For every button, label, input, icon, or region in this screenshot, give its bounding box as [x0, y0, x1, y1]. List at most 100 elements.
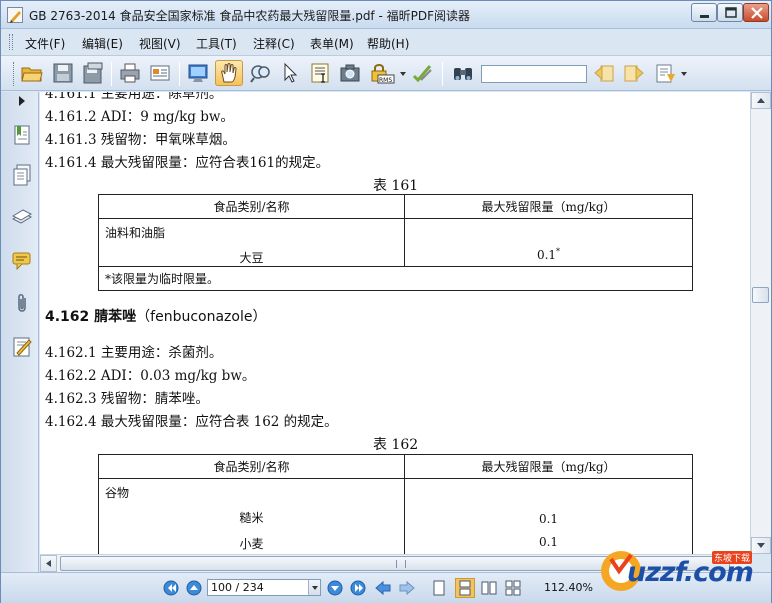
menu-bar: 文件(F) 编辑(E) 视图(V) 工具(T) 注释(C) 表单(M) 帮助(H…	[1, 30, 771, 82]
table-row: 油料和油脂 大豆 0.1*	[98, 218, 693, 267]
doc-line: 4.161.3 残留物：甲氧咪草烟。	[45, 132, 236, 148]
bookmarks-icon[interactable]	[11, 124, 33, 146]
table-cell: 谷物 糙米 小麦	[98, 478, 405, 554]
toolbar-separator	[111, 62, 112, 86]
page-dropdown-icon[interactable]	[308, 580, 320, 595]
save-as-icon[interactable]	[82, 62, 104, 84]
table-header-cell: 最大残留限量（mg/kg）	[404, 454, 693, 479]
save-icon[interactable]	[52, 62, 74, 84]
table-header-row: 食品类别/名称 最大残留限量（mg/kg）	[98, 454, 693, 479]
layers-icon[interactable]	[11, 207, 33, 229]
search-input[interactable]	[481, 65, 587, 83]
zoom-tool-icon[interactable]	[249, 62, 271, 84]
comments-icon[interactable]	[11, 250, 33, 272]
doc-line: 4.162.2 ADI：0.03 mg/kg bw。	[45, 368, 256, 384]
window-title: GB 2763-2014 食品安全国家标准 食品中农药最大残留限量.pdf - …	[29, 9, 470, 23]
toolbar-separator	[179, 62, 180, 86]
single-page-view-icon[interactable]	[431, 580, 447, 596]
menubar-grip[interactable]	[9, 34, 13, 50]
close-button[interactable]	[743, 3, 769, 22]
facing-view-icon[interactable]	[481, 580, 497, 596]
section-heading-text: 4.162 腈苯唑	[45, 309, 137, 325]
attachments-icon[interactable]	[11, 292, 33, 314]
foxit-app-icon	[7, 7, 23, 23]
menu-form[interactable]: 表单(M)	[310, 35, 354, 52]
table-item-label: 小麦	[239, 537, 264, 551]
rms-lock-icon[interactable]: RMS	[369, 62, 397, 84]
section-heading-latin: （fenbuconazole）	[136, 309, 267, 325]
continuous-view-icon[interactable]	[455, 578, 475, 598]
open-folder-icon[interactable]	[21, 62, 43, 84]
chevron-down-icon[interactable]	[399, 62, 407, 84]
menu-edit[interactable]: 编辑(E)	[82, 35, 123, 52]
go-back-icon[interactable]	[375, 580, 391, 596]
first-page-icon[interactable]	[163, 580, 179, 596]
last-page-icon[interactable]	[350, 580, 366, 596]
menu-tools[interactable]: 工具(T)	[196, 35, 237, 52]
watermark-text: uzzf.com	[627, 557, 754, 588]
go-forward-icon[interactable]	[399, 580, 415, 596]
signatures-icon[interactable]	[11, 336, 33, 358]
app-window: GB 2763-2014 食品安全国家标准 食品中农药最大残留限量.pdf - …	[0, 0, 772, 603]
scroll-left-button[interactable]	[40, 555, 57, 572]
sign-icon[interactable]	[411, 62, 433, 84]
data-table: 食品类别/名称 最大残留限量（mg/kg） 谷物 糙米 小麦 0.1 0.1	[98, 454, 693, 554]
zoom-level[interactable]: 112.40%	[544, 581, 593, 594]
scroll-thumb[interactable]	[752, 287, 769, 303]
table-caption: 表 161	[373, 178, 419, 194]
scroll-grip	[396, 560, 406, 568]
table-value: 0.1	[538, 512, 559, 526]
site-watermark: 东坡下载 uzzf.com	[597, 541, 767, 599]
menu-file[interactable]: 文件(F)	[25, 35, 65, 52]
doc-line: 4.161.4 最大残留限量：应符合表161的规定。	[45, 155, 330, 171]
snapshot-icon[interactable]	[339, 62, 361, 84]
menu-help[interactable]: 帮助(H)	[367, 35, 409, 52]
table-group-label: 谷物	[105, 486, 130, 500]
collapse-panel-icon[interactable]	[17, 96, 27, 106]
page-number-field[interactable]: 100 / 234	[207, 579, 321, 596]
vertical-scrollbar[interactable]	[750, 92, 771, 554]
full-screen-icon[interactable]	[187, 62, 209, 84]
email-icon[interactable]	[149, 62, 171, 84]
text-select-icon[interactable]	[309, 62, 331, 84]
print-icon[interactable]	[119, 62, 141, 84]
table-header-cell: 最大残留限量（mg/kg）	[404, 194, 693, 219]
find-options-icon[interactable]	[655, 62, 689, 84]
continuous-facing-view-icon[interactable]	[505, 580, 521, 596]
doc-line: 4.161.1 主要用途：除草剂。	[45, 92, 223, 102]
find-binoculars-icon[interactable]	[452, 62, 474, 84]
table-note: *该限量为临时限量。	[98, 266, 693, 291]
scroll-up-button[interactable]	[751, 92, 771, 109]
page-number-text: 100 / 234	[211, 581, 264, 594]
find-previous-icon[interactable]	[593, 62, 615, 84]
hand-tool-icon[interactable]	[215, 60, 243, 86]
doc-line: 4.162.3 残留物：腈苯唑。	[45, 391, 209, 407]
maximize-button[interactable]	[717, 3, 743, 22]
select-arrow-icon[interactable]	[279, 62, 301, 84]
document-page[interactable]: 4.161.1 主要用途：除草剂。 4.161.2 ADI：9 mg/kg bw…	[40, 92, 750, 554]
table-item-label: 大豆	[239, 251, 264, 265]
data-table: 食品类别/名称 最大残留限量（mg/kg） 油料和油脂 大豆 0.1* *该限量…	[98, 194, 693, 291]
table-cell: 0.1*	[404, 218, 693, 267]
menu-view[interactable]: 视图(V)	[139, 35, 181, 52]
table-value: 0.1	[536, 248, 557, 262]
toolbar: RMS	[1, 55, 771, 91]
section-heading: 4.162 腈苯唑（fenbuconazole）	[45, 306, 266, 326]
title-bar: GB 2763-2014 食品安全国家标准 食品中农药最大残留限量.pdf - …	[1, 1, 771, 29]
doc-line: 4.161.2 ADI：9 mg/kg bw。	[45, 109, 234, 125]
pages-icon[interactable]	[11, 164, 33, 186]
table-note-row: *该限量为临时限量。	[98, 266, 693, 291]
table-caption: 表 162	[373, 437, 419, 453]
table-cell: 油料和油脂 大豆	[98, 218, 405, 267]
toolbar-grip[interactable]	[13, 62, 14, 86]
doc-line: 4.162.1 主要用途：杀菌剂。	[45, 345, 223, 361]
find-next-icon[interactable]	[623, 62, 645, 84]
doc-line: 4.162.4 最大残留限量：应符合表 162 的规定。	[45, 414, 338, 430]
previous-page-icon[interactable]	[186, 580, 202, 596]
next-page-icon[interactable]	[327, 580, 343, 596]
provisional-mark: *	[556, 247, 561, 256]
table-group-label: 油料和油脂	[105, 226, 166, 240]
minimize-button[interactable]	[691, 3, 717, 22]
menu-comment[interactable]: 注释(C)	[253, 35, 295, 52]
table-header-cell: 食品类别/名称	[98, 454, 405, 479]
